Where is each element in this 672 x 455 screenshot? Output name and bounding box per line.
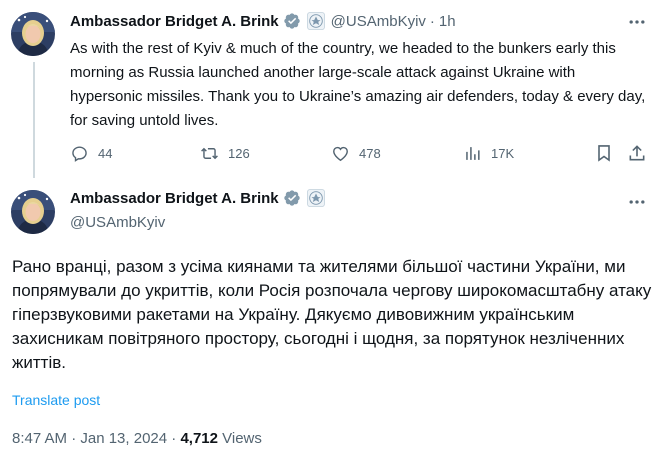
avatar-image [11,190,55,234]
views-count: 4,712 [180,430,218,447]
author-handle[interactable]: @USAmbKyiv [70,214,165,231]
tweet1-header: Ambassador Bridget A. Brink @USAmbKyiv ·… [70,9,456,33]
tweet-time[interactable]: 1h [439,13,456,30]
author-name[interactable]: Ambassador Bridget A. Brink [70,190,279,207]
tweet-timestamp[interactable]: 8:47 AM · Jan 13, 2024 · [12,430,180,447]
like-icon [333,146,348,161]
separator-dot: · [429,12,435,30]
tweet1-text: As with the rest of Kyiv & much of the c… [70,40,646,129]
tweet1-actions: 44 126 478 17K [70,141,650,165]
like-count: 478 [359,145,381,161]
views-icon [466,146,480,160]
like-button[interactable]: 478 [331,141,381,165]
avatar[interactable] [11,190,55,234]
tweet2-header: Ambassador Bridget A. Brink [70,189,325,207]
embassy-seal-icon[interactable] [306,189,325,207]
views-button[interactable]: 17K [463,141,514,165]
author-handle[interactable]: @USAmbKyiv [331,13,426,30]
tweet-meta: 8:47 AM · Jan 13, 2024 · 4,712 Views [12,430,262,447]
avatar-image [11,12,55,56]
share-icon[interactable] [627,143,647,163]
more-icon[interactable] [627,192,647,212]
verified-badge-icon[interactable] [283,12,301,30]
bookmark-icon[interactable] [594,143,614,163]
tweet2-text: Рано вранці, разом з усіма киянами та жи… [12,257,652,372]
verified-badge-icon[interactable] [283,189,301,207]
repost-icon [201,147,218,159]
repost-button[interactable]: 126 [200,141,250,165]
translate-post-link[interactable]: Translate post [12,392,100,408]
embassy-seal-icon[interactable] [306,12,325,30]
views-count: 17K [491,145,515,161]
reply-count: 44 [98,145,113,161]
reply-button[interactable]: 44 [70,141,112,165]
thread-line [33,62,35,178]
reply-icon [72,145,87,162]
repost-count: 126 [228,145,250,161]
avatar[interactable] [11,12,55,56]
author-name[interactable]: Ambassador Bridget A. Brink [70,13,279,30]
views-label: Views [217,430,262,447]
more-icon[interactable] [627,12,647,32]
